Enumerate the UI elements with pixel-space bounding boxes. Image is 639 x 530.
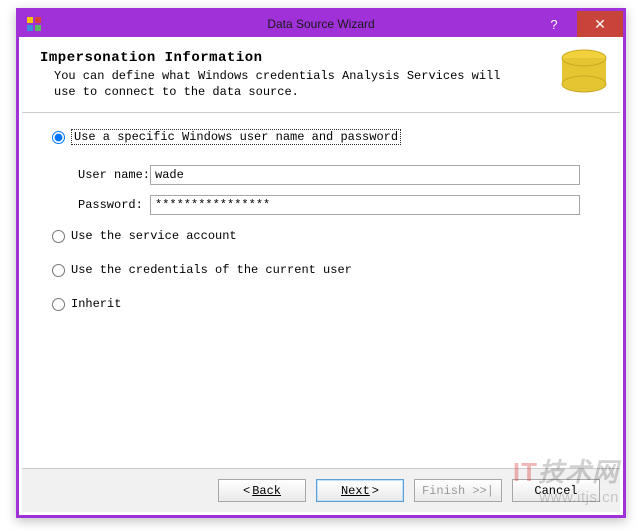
option-current-user[interactable]: Use the credentials of the current user [52,263,594,277]
radio-specific-user[interactable] [52,131,65,144]
window-controls: ? ✕ [531,11,623,37]
username-input[interactable] [150,165,580,185]
option-current-user-label: Use the credentials of the current user [71,263,352,277]
app-icon [25,15,43,33]
page-description: You can define what Windows credentials … [54,68,526,100]
username-label: User name: [78,168,150,182]
wizard-content: Impersonation Information You can define… [22,40,620,512]
finish-button: Finish >>| [414,479,502,502]
wizard-header: Impersonation Information You can define… [22,40,620,113]
credentials-block: User name: Password: [78,165,594,215]
radio-service-account[interactable] [52,230,65,243]
next-button[interactable]: Next > [316,479,404,502]
cancel-button[interactable]: Cancel [512,479,600,502]
help-button[interactable]: ? [531,11,577,37]
option-service-account-label: Use the service account [71,229,237,243]
password-input[interactable] [150,195,580,215]
password-label: Password: [78,198,150,212]
wizard-body: Use a specific Windows user name and pas… [22,113,620,468]
back-button[interactable]: < Back [218,479,306,502]
wizard-footer: < Back Next > Finish >>| Cancel [22,468,620,512]
radio-current-user[interactable] [52,264,65,277]
option-specific-user[interactable]: Use a specific Windows user name and pas… [52,129,594,145]
wizard-window: Data Source Wizard ? ✕ Impersonation Inf… [16,8,626,518]
option-inherit-label: Inherit [71,297,121,311]
close-button[interactable]: ✕ [577,11,623,37]
option-inherit[interactable]: Inherit [52,297,594,311]
radio-inherit[interactable] [52,298,65,311]
option-specific-user-label: Use a specific Windows user name and pas… [71,129,401,145]
option-service-account[interactable]: Use the service account [52,229,594,243]
page-title: Impersonation Information [40,50,526,66]
database-icon [550,46,610,102]
titlebar: Data Source Wizard ? ✕ [19,11,623,37]
